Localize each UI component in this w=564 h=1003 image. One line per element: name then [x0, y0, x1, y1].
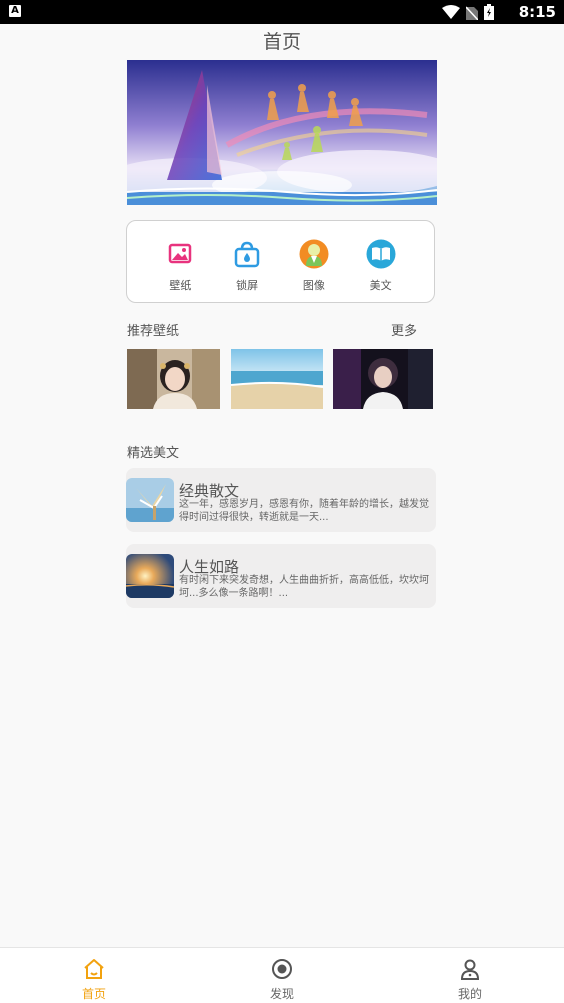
- wifi-icon: [442, 5, 460, 19]
- nav-label: 首页: [81, 987, 106, 1001]
- no-sim-icon: [466, 5, 478, 20]
- article-thumbnail: [126, 478, 174, 522]
- more-link[interactable]: 更多: [391, 320, 417, 339]
- bottom-navigation: 首页 发现 我的: [0, 947, 564, 1003]
- wallpaper-thumbnail[interactable]: [333, 349, 433, 409]
- article-card[interactable]: 经典散文 这一年，感恩岁月，感恩有你，随着年龄的增长，越发觉得时间过得很快，转逝…: [126, 468, 436, 532]
- nav-discover[interactable]: 发现: [188, 948, 376, 1003]
- nav-home[interactable]: 首页: [0, 948, 188, 1003]
- home-icon: [84, 959, 104, 979]
- nav-profile[interactable]: 我的: [376, 948, 564, 1003]
- category-label: 图像: [302, 279, 325, 292]
- wallpaper-thumbnail[interactable]: [231, 349, 323, 409]
- category-label: 美文: [369, 279, 392, 292]
- lock-bag-icon: [234, 241, 260, 268]
- section-title: 推荐壁纸: [127, 324, 180, 339]
- book-icon: [366, 239, 396, 269]
- title-bar: 首页: [0, 24, 564, 60]
- article-excerpt: 有时闲下来突发奇想，人生曲曲折折，高高低低，坎坎坷坷...多么像一条路啊！...: [179, 575, 429, 599]
- category-card: 壁纸 锁屏 图像 美文: [126, 220, 435, 303]
- wallpaper-section-header: 推荐壁纸 更多: [127, 320, 417, 339]
- nav-label: 发现: [269, 987, 294, 1001]
- discover-icon: [272, 959, 292, 979]
- article-thumbnail: [126, 554, 174, 598]
- banner-image[interactable]: [127, 60, 437, 205]
- picture-icon: [169, 243, 192, 264]
- page-title: 首页: [262, 31, 301, 53]
- category-lockscreen[interactable]: 锁屏: [222, 221, 272, 302]
- category-wallpaper[interactable]: 壁纸: [155, 221, 205, 302]
- section-title: 精选美文: [127, 446, 180, 461]
- category-portrait[interactable]: 图像: [289, 221, 339, 302]
- clock: 8:15: [518, 3, 556, 21]
- nav-label: 我的: [457, 987, 482, 1001]
- portrait-icon: [299, 239, 329, 269]
- profile-icon: [460, 959, 480, 980]
- wallpaper-thumbnails: [127, 349, 433, 409]
- category-articles[interactable]: 美文: [356, 221, 406, 302]
- wallpaper-thumbnail[interactable]: [127, 349, 220, 409]
- notification-icon: A: [9, 5, 21, 17]
- battery-icon: [484, 4, 494, 20]
- article-excerpt: 这一年，感恩岁月，感恩有你，随着年龄的增长，越发觉得时间过得很快，转逝就是一天.…: [179, 499, 429, 523]
- category-label: 壁纸: [169, 279, 192, 292]
- articles-section-header: 精选美文: [127, 442, 417, 461]
- category-label: 锁屏: [236, 279, 259, 292]
- status-bar: A 8:15: [0, 0, 564, 24]
- article-card[interactable]: 人生如路 有时闲下来突发奇想，人生曲曲折折，高高低低，坎坎坷坷...多么像一条路…: [126, 544, 436, 608]
